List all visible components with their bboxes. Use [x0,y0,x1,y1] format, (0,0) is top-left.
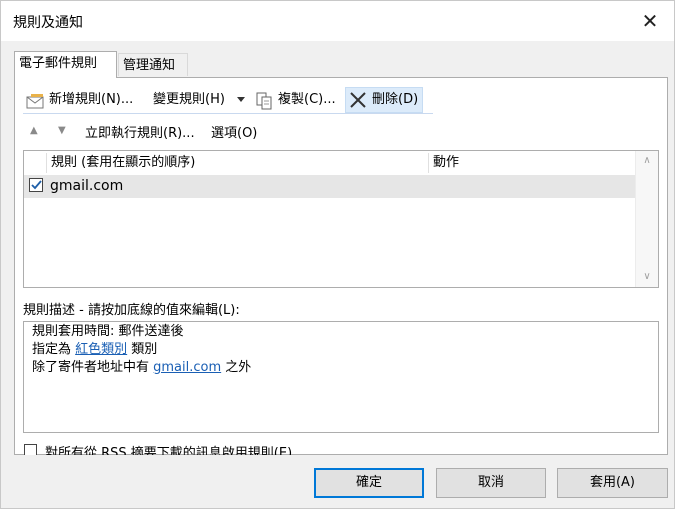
new-rule-button[interactable]: 新增規則(N)... [23,87,147,113]
scroll-up-icon[interactable]: ∧ [636,151,658,171]
rules-list-header: 規則 (套用在顯示的順序) 動作 [24,151,636,176]
checkbox-checked-icon [31,180,42,190]
rule-row[interactable]: gmail.com [24,175,636,198]
change-rule-button[interactable]: 變更規則(H) [153,87,249,113]
description-line: 指定為 紅色類別 類別 [32,341,650,359]
column-header-action[interactable]: 動作 [433,151,459,175]
description-line: 規則套用時間: 郵件送達後 [32,324,184,339]
rule-description-box: 規則套用時間: 郵件送達後 指定為 紅色類別 類別 除了寄件者地址中有 gmai… [23,321,659,433]
title-bar: 規則及通知 ✕ [1,1,674,41]
vertical-scrollbar[interactable]: ∧ ∨ [635,151,658,287]
rules-list[interactable]: 規則 (套用在顯示的順序) 動作 gmail.com ∧ ∨ [23,150,659,288]
scroll-down-icon[interactable]: ∨ [636,267,658,287]
apply-button[interactable]: 套用(A) [557,468,668,498]
move-up-icon[interactable]: ▲ [30,125,38,136]
new-rule-label: 新增規則(N)... [49,92,134,107]
description-text: 除了寄件者地址中有 [32,360,154,375]
rss-enable-checkbox[interactable] [24,444,37,455]
delete-label: 刪除(D) [372,92,419,107]
description-line: 除了寄件者地址中有 gmail.com 之外 [32,359,650,377]
new-rule-icon [26,94,44,109]
description-text: 類別 [127,342,158,357]
rules-and-alerts-dialog: 規則及通知 ✕ 電子郵件規則 管理通知 新增規則(N)... 變更規則(H) 複… [0,0,675,509]
rss-enable-label: 對所有從 RSS 摘要下載的訊息啟用規則(E) [45,446,293,455]
close-icon[interactable]: ✕ [638,9,662,33]
description-text: 指定為 [32,342,76,357]
copy-label: 複製(C)... [278,92,336,107]
rss-option-row[interactable]: 對所有從 RSS 摘要下載的訊息啟用規則(E) [23,441,663,455]
copy-icon [256,92,272,110]
move-down-icon[interactable]: ▼ [58,125,66,136]
sender-address-link[interactable]: gmail.com [153,360,221,375]
options-button[interactable]: 選項(O) [211,123,257,145]
header-divider [46,153,47,173]
delete-icon [350,92,366,108]
header-divider [428,153,429,173]
tab-email-rules[interactable]: 電子郵件規則 [14,51,117,78]
dropdown-caret-icon [237,97,245,102]
tab-manage-alerts[interactable]: 管理通知 [118,53,188,76]
delete-button[interactable]: 刪除(D) [345,87,423,113]
window-title: 規則及通知 [13,15,83,31]
cancel-button[interactable]: 取消 [436,468,546,498]
ok-button[interactable]: 確定 [314,468,424,498]
run-rules-now-button[interactable]: 立即執行規則(R)... [85,123,195,145]
rule-enabled-checkbox[interactable] [29,178,43,192]
rule-name: gmail.com [50,178,124,194]
description-label: 規則描述 - 請按加底線的值來編輯(L): [23,303,240,318]
column-header-rule[interactable]: 規則 (套用在顯示的順序) [51,151,195,175]
rules-toolbar: 新增規則(N)... 變更規則(H) 複製(C)... 刪除(D) [23,87,433,114]
description-text: 之外 [221,360,252,375]
category-link[interactable]: 紅色類別 [75,342,127,357]
change-rule-label: 變更規則(H) [153,92,225,107]
copy-button[interactable]: 複製(C)... [255,87,343,113]
